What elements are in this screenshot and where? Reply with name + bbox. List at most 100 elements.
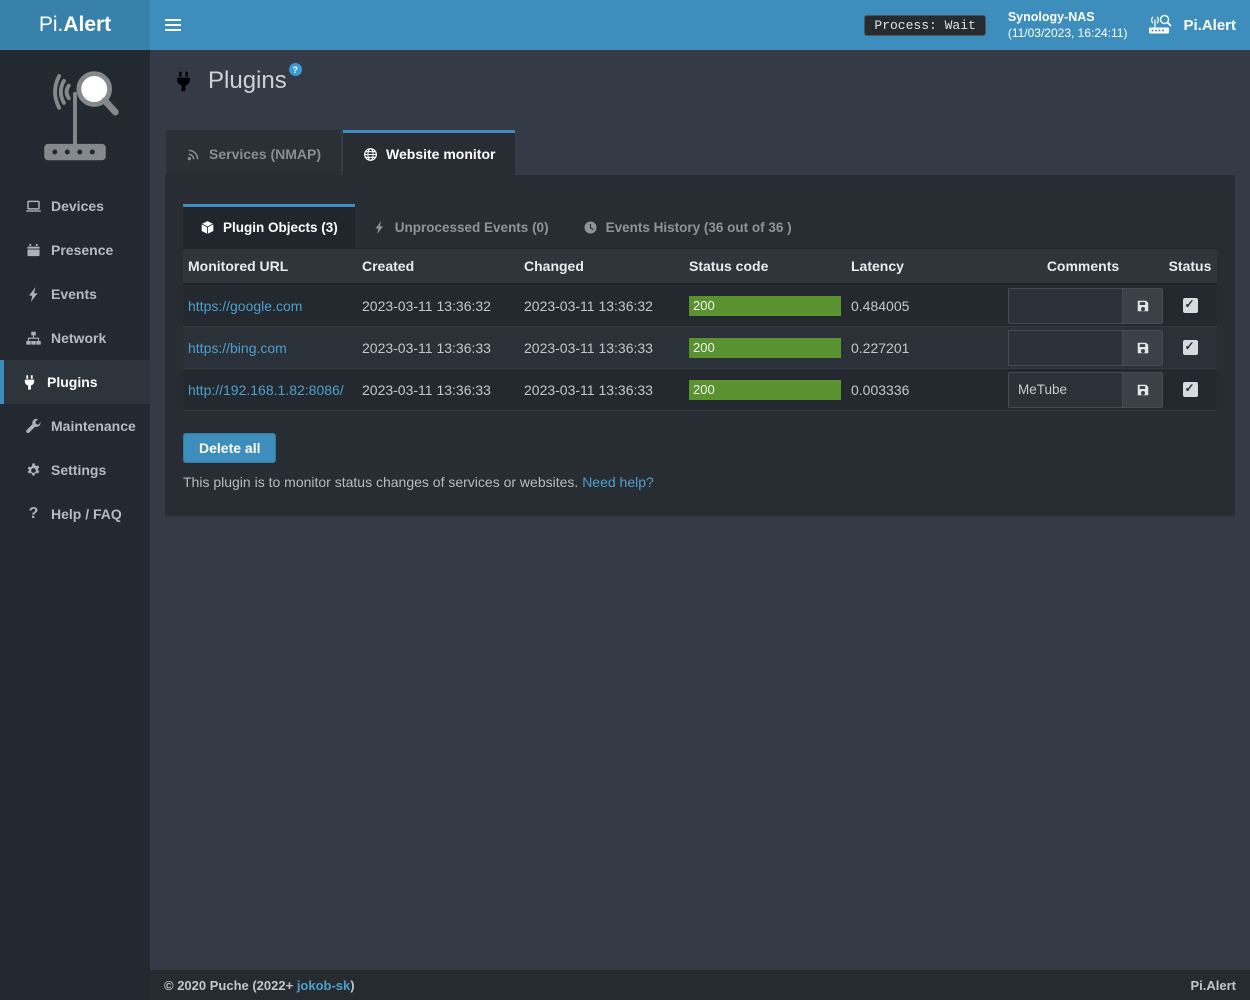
created-cell: 2023-03-11 13:36:32 — [357, 298, 519, 314]
column-header-status-code: Status code — [684, 258, 846, 274]
cube-icon — [200, 220, 215, 235]
sidebar-item-network[interactable]: Network — [0, 316, 150, 360]
table-row: https://bing.com 2023-03-11 13:36:33 202… — [183, 327, 1217, 369]
need-help-link[interactable]: Need help? — [582, 474, 654, 490]
changed-cell: 2023-03-11 13:36:33 — [519, 340, 684, 356]
created-cell: 2023-03-11 13:36:33 — [357, 382, 519, 398]
host-name: Synology-NAS — [1008, 9, 1128, 25]
calendar-icon — [25, 242, 42, 259]
sidebar-item-plugins[interactable]: Plugins — [0, 360, 150, 404]
question-icon: ? — [25, 505, 42, 523]
tab-unprocessed-events[interactable]: Unprocessed Events (0) — [355, 204, 566, 248]
host-time: (11/03/2023, 16:24:11) — [1008, 25, 1128, 41]
tab-label: Events History (36 out of 36 ) — [606, 220, 792, 235]
brand-logo[interactable]: Pi.Alert — [0, 0, 150, 50]
status-code-bar: 200 — [689, 296, 841, 316]
monitored-url-link[interactable]: https://bing.com — [188, 340, 287, 356]
comment-input-group — [1008, 330, 1163, 366]
sidebar-item-label: Presence — [51, 242, 113, 258]
bolt-icon — [372, 220, 387, 235]
latency-cell: 0.227201 — [846, 340, 1003, 356]
delete-all-button[interactable]: Delete all — [183, 433, 276, 463]
bolt-icon — [25, 286, 42, 303]
latency-cell: 0.003336 — [846, 382, 1003, 398]
comment-input[interactable] — [1009, 289, 1122, 323]
changed-cell: 2023-03-11 13:36:33 — [519, 382, 684, 398]
brand-prefix: Pi. — [39, 13, 64, 37]
clock-icon — [583, 220, 598, 235]
column-header-monitored-url: Monitored URL — [183, 258, 357, 274]
tab-label: Services (NMAP) — [209, 146, 321, 162]
brand-suffix: Alert — [63, 13, 111, 37]
sidebar-item-events[interactable]: Events — [0, 272, 150, 316]
sidebar-nav: Devices Presence Events Network Plugins … — [0, 184, 150, 536]
tab-plugin-objects[interactable]: Plugin Objects (3) — [183, 204, 355, 248]
top-header-bar: Pi.Alert Process: Wait Synology-NAS (11/… — [0, 0, 1250, 50]
page-header: Plugins? — [150, 50, 1250, 98]
save-comment-button[interactable] — [1122, 331, 1162, 365]
floppy-icon — [1136, 341, 1150, 355]
sidebar-item-devices[interactable]: Devices — [0, 184, 150, 228]
hamburger-menu-icon[interactable] — [150, 0, 195, 50]
signal-icon — [186, 147, 201, 162]
tab-label: Website monitor — [386, 146, 495, 162]
status-checkbox[interactable] — [1183, 340, 1198, 355]
monitored-url-link[interactable]: https://google.com — [188, 298, 302, 314]
comment-input[interactable] — [1009, 331, 1122, 365]
plugin-subtabs: Plugin Objects (3) Unprocessed Events (0… — [183, 204, 1217, 249]
save-comment-button[interactable] — [1122, 289, 1162, 323]
sidebar-item-settings[interactable]: Settings — [0, 448, 150, 492]
footer: © 2020 Puche (2022+ jokob-sk) Pi.Alert — [150, 970, 1250, 1000]
process-status-badge: Process: Wait — [864, 15, 985, 36]
host-info: Synology-NAS (11/03/2023, 16:24:11) — [1008, 9, 1128, 41]
sidebar-item-help-faq[interactable]: ? Help / FAQ — [0, 492, 150, 536]
monitored-url-link[interactable]: http://192.168.1.82:8086/ — [188, 382, 344, 398]
column-header-latency: Latency — [846, 258, 1003, 274]
tab-services-nmap[interactable]: Services (NMAP) — [166, 130, 341, 175]
plug-icon — [172, 70, 195, 93]
floppy-icon — [1136, 299, 1150, 313]
status-code-bar: 200 — [689, 338, 841, 358]
help-badge[interactable]: ? — [289, 63, 302, 76]
app-label: Pi.Alert — [1183, 17, 1236, 34]
sidebar-item-label: Network — [51, 330, 106, 346]
main-content: Plugins? Services (NMAP) Website monitor… — [150, 50, 1250, 970]
column-header-comments: Comments — [1003, 258, 1163, 274]
sidebar-item-label: Maintenance — [51, 418, 136, 434]
plugin-tabs: Services (NMAP) Website monitor — [166, 130, 1250, 175]
save-comment-button[interactable] — [1122, 373, 1162, 407]
sidebar-item-label: Devices — [51, 198, 104, 214]
plugin-description: This plugin is to monitor status changes… — [183, 474, 1217, 490]
comment-input[interactable] — [1009, 373, 1122, 407]
plug-icon — [21, 374, 38, 391]
table-row: http://192.168.1.82:8086/ 2023-03-11 13:… — [183, 369, 1217, 411]
comment-input-group — [1008, 372, 1163, 408]
page-title: Plugins? — [208, 67, 287, 95]
website-monitor-panel: Plugin Objects (3) Unprocessed Events (0… — [165, 175, 1235, 516]
jokob-sk-link[interactable]: jokob-sk — [297, 978, 350, 993]
sidebar-item-label: Plugins — [47, 374, 98, 390]
column-header-created: Created — [357, 258, 519, 274]
sidebar: Devices Presence Events Network Plugins … — [0, 50, 150, 1000]
comment-input-group — [1008, 288, 1163, 324]
sitemap-icon — [25, 330, 42, 347]
latency-cell: 0.484005 — [846, 298, 1003, 314]
sidebar-item-label: Help / FAQ — [51, 506, 122, 522]
wrench-icon — [25, 418, 42, 435]
status-checkbox[interactable] — [1183, 298, 1198, 313]
created-cell: 2023-03-11 13:36:33 — [357, 340, 519, 356]
tab-label: Plugin Objects (3) — [223, 220, 338, 235]
sidebar-item-presence[interactable]: Presence — [0, 228, 150, 272]
column-header-status: Status — [1163, 258, 1217, 274]
sidebar-item-label: Settings — [51, 462, 106, 478]
tab-events-history[interactable]: Events History (36 out of 36 ) — [566, 204, 809, 248]
plugin-objects-table: Monitored URL Created Changed Status cod… — [183, 249, 1217, 411]
footer-app-label: Pi.Alert — [1190, 978, 1236, 993]
sidebar-item-maintenance[interactable]: Maintenance — [0, 404, 150, 448]
gear-icon — [25, 462, 42, 479]
tab-website-monitor[interactable]: Website monitor — [343, 130, 515, 175]
copyright: © 2020 Puche (2022+ jokob-sk) — [164, 978, 355, 993]
status-checkbox[interactable] — [1183, 382, 1198, 397]
table-header-row: Monitored URL Created Changed Status cod… — [183, 249, 1217, 285]
floppy-icon — [1136, 383, 1150, 397]
